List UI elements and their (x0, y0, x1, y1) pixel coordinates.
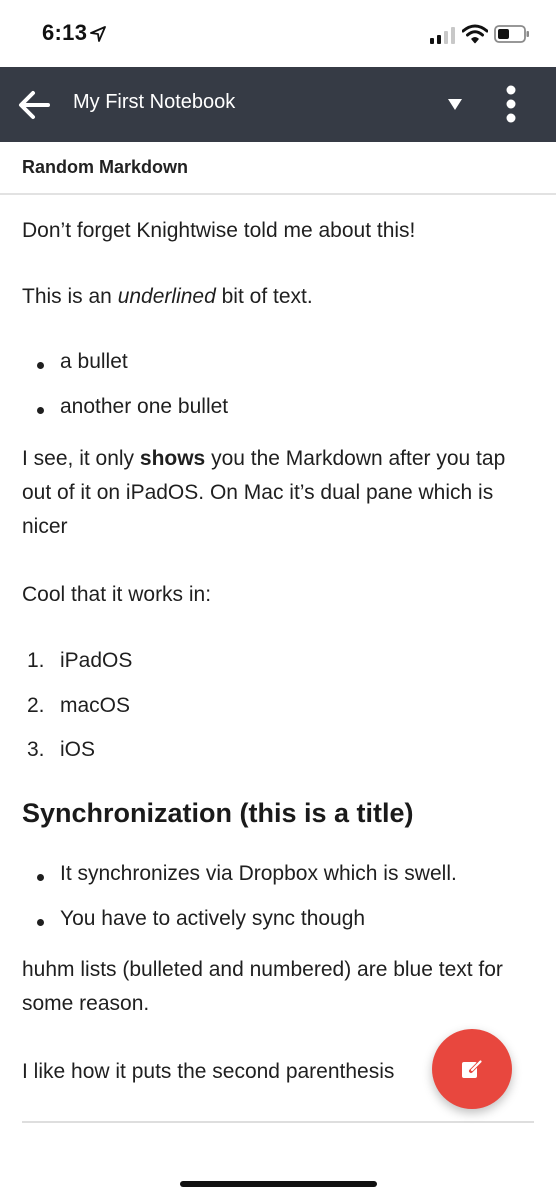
note-title[interactable]: Random Markdown (22, 157, 188, 178)
list-item: It synchronizes via Dropbox which is swe… (60, 862, 457, 885)
edit-note-button[interactable] (432, 1029, 512, 1109)
list-item: a bullet (60, 350, 128, 373)
paragraph: This is an underlined bit of text. (22, 280, 532, 314)
notebook-title[interactable]: My First Notebook (73, 91, 235, 114)
notebook-dropdown-button[interactable] (440, 89, 470, 119)
italic-text: underlined (117, 285, 216, 308)
app-bar: My First Notebook (0, 67, 556, 142)
list-item: iOS (60, 738, 96, 761)
list-item: macOS (60, 694, 131, 717)
bold-text: shows (139, 447, 206, 470)
paragraph: Cool that it works in: (22, 583, 212, 606)
location-arrow-icon (90, 26, 106, 42)
section-heading: Synchronization (this is a title) (22, 798, 414, 828)
content-divider (22, 1121, 534, 1123)
triangle-down-icon (448, 99, 462, 110)
bullet-dot (37, 362, 44, 369)
edit-icon (462, 1059, 483, 1078)
list-item: iPadOS (60, 649, 133, 672)
bullet-dot (37, 407, 44, 414)
more-options-button[interactable] (496, 83, 526, 127)
bullet-dot (37, 874, 44, 881)
list-number: 3. (27, 738, 45, 761)
status-bar: 6:13 (0, 0, 556, 67)
wifi-icon (462, 24, 488, 44)
paragraph: I see, it only shows you the Markdown af… (22, 442, 532, 544)
list-item: You have to actively sync though (60, 907, 366, 930)
paragraph: Don’t forget Knightwise told me about th… (22, 219, 416, 242)
home-indicator[interactable] (180, 1181, 377, 1187)
arrow-left-icon (19, 91, 50, 119)
text-span: bit of text. (215, 285, 313, 308)
note-content[interactable]: Don’t forget Knightwise told me about th… (0, 195, 556, 1155)
list-number: 1. (27, 649, 45, 672)
status-time: 6:13 (42, 20, 88, 45)
more-vertical-icon (506, 85, 516, 123)
paragraph: huhm lists (bulleted and numbered) are b… (22, 958, 503, 1015)
battery-icon (494, 25, 529, 43)
text-span: I see, it only (22, 447, 140, 470)
bullet-dot (37, 919, 44, 926)
list-item: another one bullet (60, 395, 229, 418)
back-button[interactable] (14, 85, 54, 125)
cellular-signal-icon (430, 27, 455, 44)
text-span: This is an (22, 285, 118, 308)
list-number: 2. (27, 694, 45, 717)
